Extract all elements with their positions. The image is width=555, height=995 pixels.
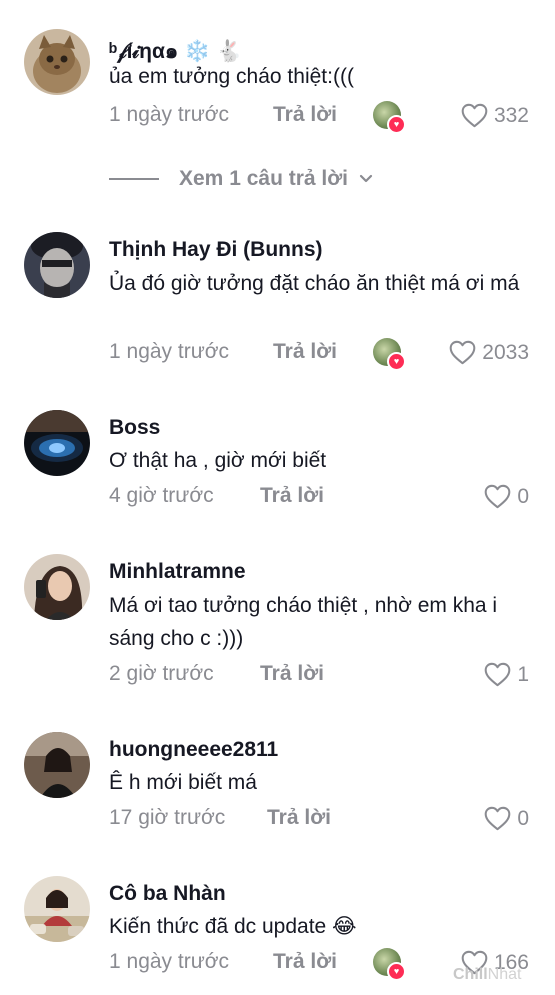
comment-text: Ê h mới biết má [109,771,257,794]
like-button[interactable]: 0 [484,484,529,509]
comment-time: 4 giờ trước [109,484,214,507]
divider-line [109,178,159,180]
creator-liked-avatar: ♥ [373,948,406,981]
comment-text: Má ơi tao tưởng cháo thiệt , nhờ em kha … [109,594,498,650]
avatar-man-image [24,232,90,298]
like-button[interactable]: 332 [461,103,529,128]
comment-time: 1 ngày trước [109,103,230,126]
heart-outline-icon [484,662,511,687]
avatar-cat-image [24,29,90,95]
avatar[interactable] [24,232,90,298]
comment-username[interactable]: Minhlatramne [109,560,246,584]
like-count: 1 [517,662,529,686]
like-button[interactable]: 1 [484,662,529,687]
avatar-woman-image [24,732,90,798]
heart-outline-icon [461,103,488,128]
avatar[interactable] [24,554,90,620]
comment-text: Kiến thức đã dc update 😂 [109,915,357,938]
creator-liked-avatar: ♥ [373,101,406,134]
heart-badge-icon: ♥ [387,352,406,371]
like-button[interactable]: 2033 [449,340,529,365]
comment-time: 2 giờ trước [109,662,214,685]
chevron-down-icon [359,174,373,183]
reply-button[interactable]: Trả lời [260,662,324,686]
view-replies-button[interactable]: Xem 1 câu trả lời [109,164,374,194]
creator-liked-avatar: ♥ [373,338,406,371]
comment-username[interactable]: Boss [109,416,160,440]
watermark-part1: Chill [453,966,488,983]
comment-meta: 1 ngày trước Trả lời ♥ 2033 [109,338,529,371]
reply-button[interactable]: Trả lời [273,340,337,364]
comment-username[interactable]: huongneeee2811 [109,738,278,762]
heart-badge-icon: ♥ [387,962,406,981]
comment-time: 1 ngày trước [109,340,230,363]
heart-outline-icon [484,806,511,831]
watermark-part2: Nhat [487,966,522,983]
avatar[interactable] [24,732,90,798]
watermark: ChillNhat [453,966,521,984]
heart-badge-icon: ♥ [387,115,406,134]
heart-outline-icon [449,340,476,365]
like-button[interactable]: 0 [484,806,529,831]
reply-button[interactable]: Trả lời [273,950,337,974]
avatar-woman-image [24,876,90,942]
avatar[interactable] [24,410,90,476]
like-count: 0 [517,484,529,508]
like-count: 0 [517,806,529,830]
comment-username[interactable]: Thịnh Hay Đi (Bunns) [109,238,323,262]
comment-time: 1 ngày trước [109,950,230,973]
reply-button[interactable]: Trả lời [273,103,337,127]
comment-username[interactable]: Cô ba Nhàn [109,882,226,906]
comment-meta: 1 ngày trước Trả lời ♥ 332 [109,101,529,134]
avatar-woman-image [24,554,90,620]
comment-text: ủa em tưởng cháo thiệt:((( [109,65,354,88]
view-replies-label: Xem 1 câu trả lời [179,167,349,190]
avatar-dashboard-image [24,410,90,476]
comment-meta: 4 giờ trước Trả lời 0 [109,484,529,514]
heart-outline-icon [484,484,511,509]
avatar[interactable] [24,876,90,942]
like-count: 332 [493,103,529,127]
like-count: 2033 [482,340,529,364]
comment-time: 17 giờ trước [109,806,226,829]
comment-text: Ơ thật ha , giờ mới biết [109,449,327,472]
reply-button[interactable]: Trả lời [267,806,331,830]
comment-meta: 17 giờ trước Trả lời 0 [109,806,529,836]
avatar[interactable] [24,29,90,95]
reply-button[interactable]: Trả lời [260,484,324,508]
comment-text: Ủa đó giờ tưởng đặt cháo ăn thiệt má ơi … [109,272,520,295]
comment-meta: 2 giờ trước Trả lời 1 [109,662,529,692]
